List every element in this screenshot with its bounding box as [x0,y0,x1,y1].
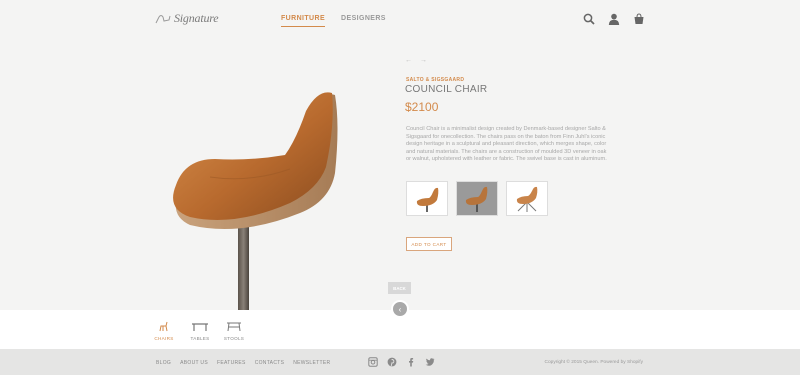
footer-links: BLOG ABOUT US FEATURES CONTACTS NEWSLETT… [156,360,330,366]
category-label: STOOLS [223,336,245,341]
cart-icon[interactable] [633,13,645,25]
twitter-icon[interactable] [425,357,435,367]
site-footer: BLOG ABOUT US FEATURES CONTACTS NEWSLETT… [0,349,800,375]
thumbnail-1[interactable] [406,181,448,216]
social-links [368,357,435,367]
nav-designers[interactable]: DESIGNERS [341,15,386,27]
product-pager: ← → [405,57,427,64]
next-arrow-icon[interactable]: → [420,57,427,64]
scroll-toggle-button[interactable]: ‹ [391,300,409,318]
instagram-icon[interactable] [368,357,378,367]
footer-link-features[interactable]: FEATURES [217,360,246,366]
thumbnail-3[interactable] [506,181,548,216]
chair-illustration [173,92,338,310]
user-icon[interactable] [608,13,620,25]
category-tables[interactable]: TABLES [187,321,213,341]
main-nav: FURNITURE DESIGNERS [281,15,386,27]
logo-text: Signature [174,11,219,25]
category-label: CHAIRS [154,336,174,341]
category-stools[interactable]: STOOLS [221,321,247,341]
facebook-icon[interactable] [406,357,416,367]
back-button[interactable]: BACK [388,282,411,294]
product-hero-image [150,85,360,310]
chevron-icon: ‹ [398,304,402,314]
footer-link-contacts[interactable]: CONTACTS [255,360,285,366]
product-brand[interactable]: SALTO & SIGSGAARD [406,77,464,83]
chair-icon [159,321,168,332]
logo[interactable]: Signature [155,11,219,26]
pinterest-icon[interactable] [387,357,397,367]
footer-link-newsletter[interactable]: NEWSLETTER [293,360,330,366]
category-label: TABLES [190,336,210,341]
nav-furniture[interactable]: FURNITURE [281,15,326,27]
thumbnail-2[interactable] [456,181,498,216]
product-thumbnails [406,181,548,216]
header-icons [583,13,645,25]
product-price: $2100 [405,100,439,114]
product-title: COUNCIL CHAIR [405,84,488,95]
copyright-text: Copyright © 2015 Queen. Powered by Shopi… [544,360,643,365]
product-description: Council Chair is a minimalist design cre… [406,126,607,163]
category-chairs[interactable]: CHAIRS [151,321,177,341]
table-icon [192,323,208,331]
site-header: Signature FURNITURE DESIGNERS [0,0,800,38]
logo-chair-icon [155,14,171,23]
footer-link-blog[interactable]: BLOG [156,360,171,366]
search-icon[interactable] [583,13,595,25]
prev-arrow-icon[interactable]: ← [405,57,412,64]
footer-link-about[interactable]: ABOUT US [180,360,208,366]
stool-icon [227,322,241,332]
add-to-cart-button[interactable]: ADD TO CART [406,237,452,251]
